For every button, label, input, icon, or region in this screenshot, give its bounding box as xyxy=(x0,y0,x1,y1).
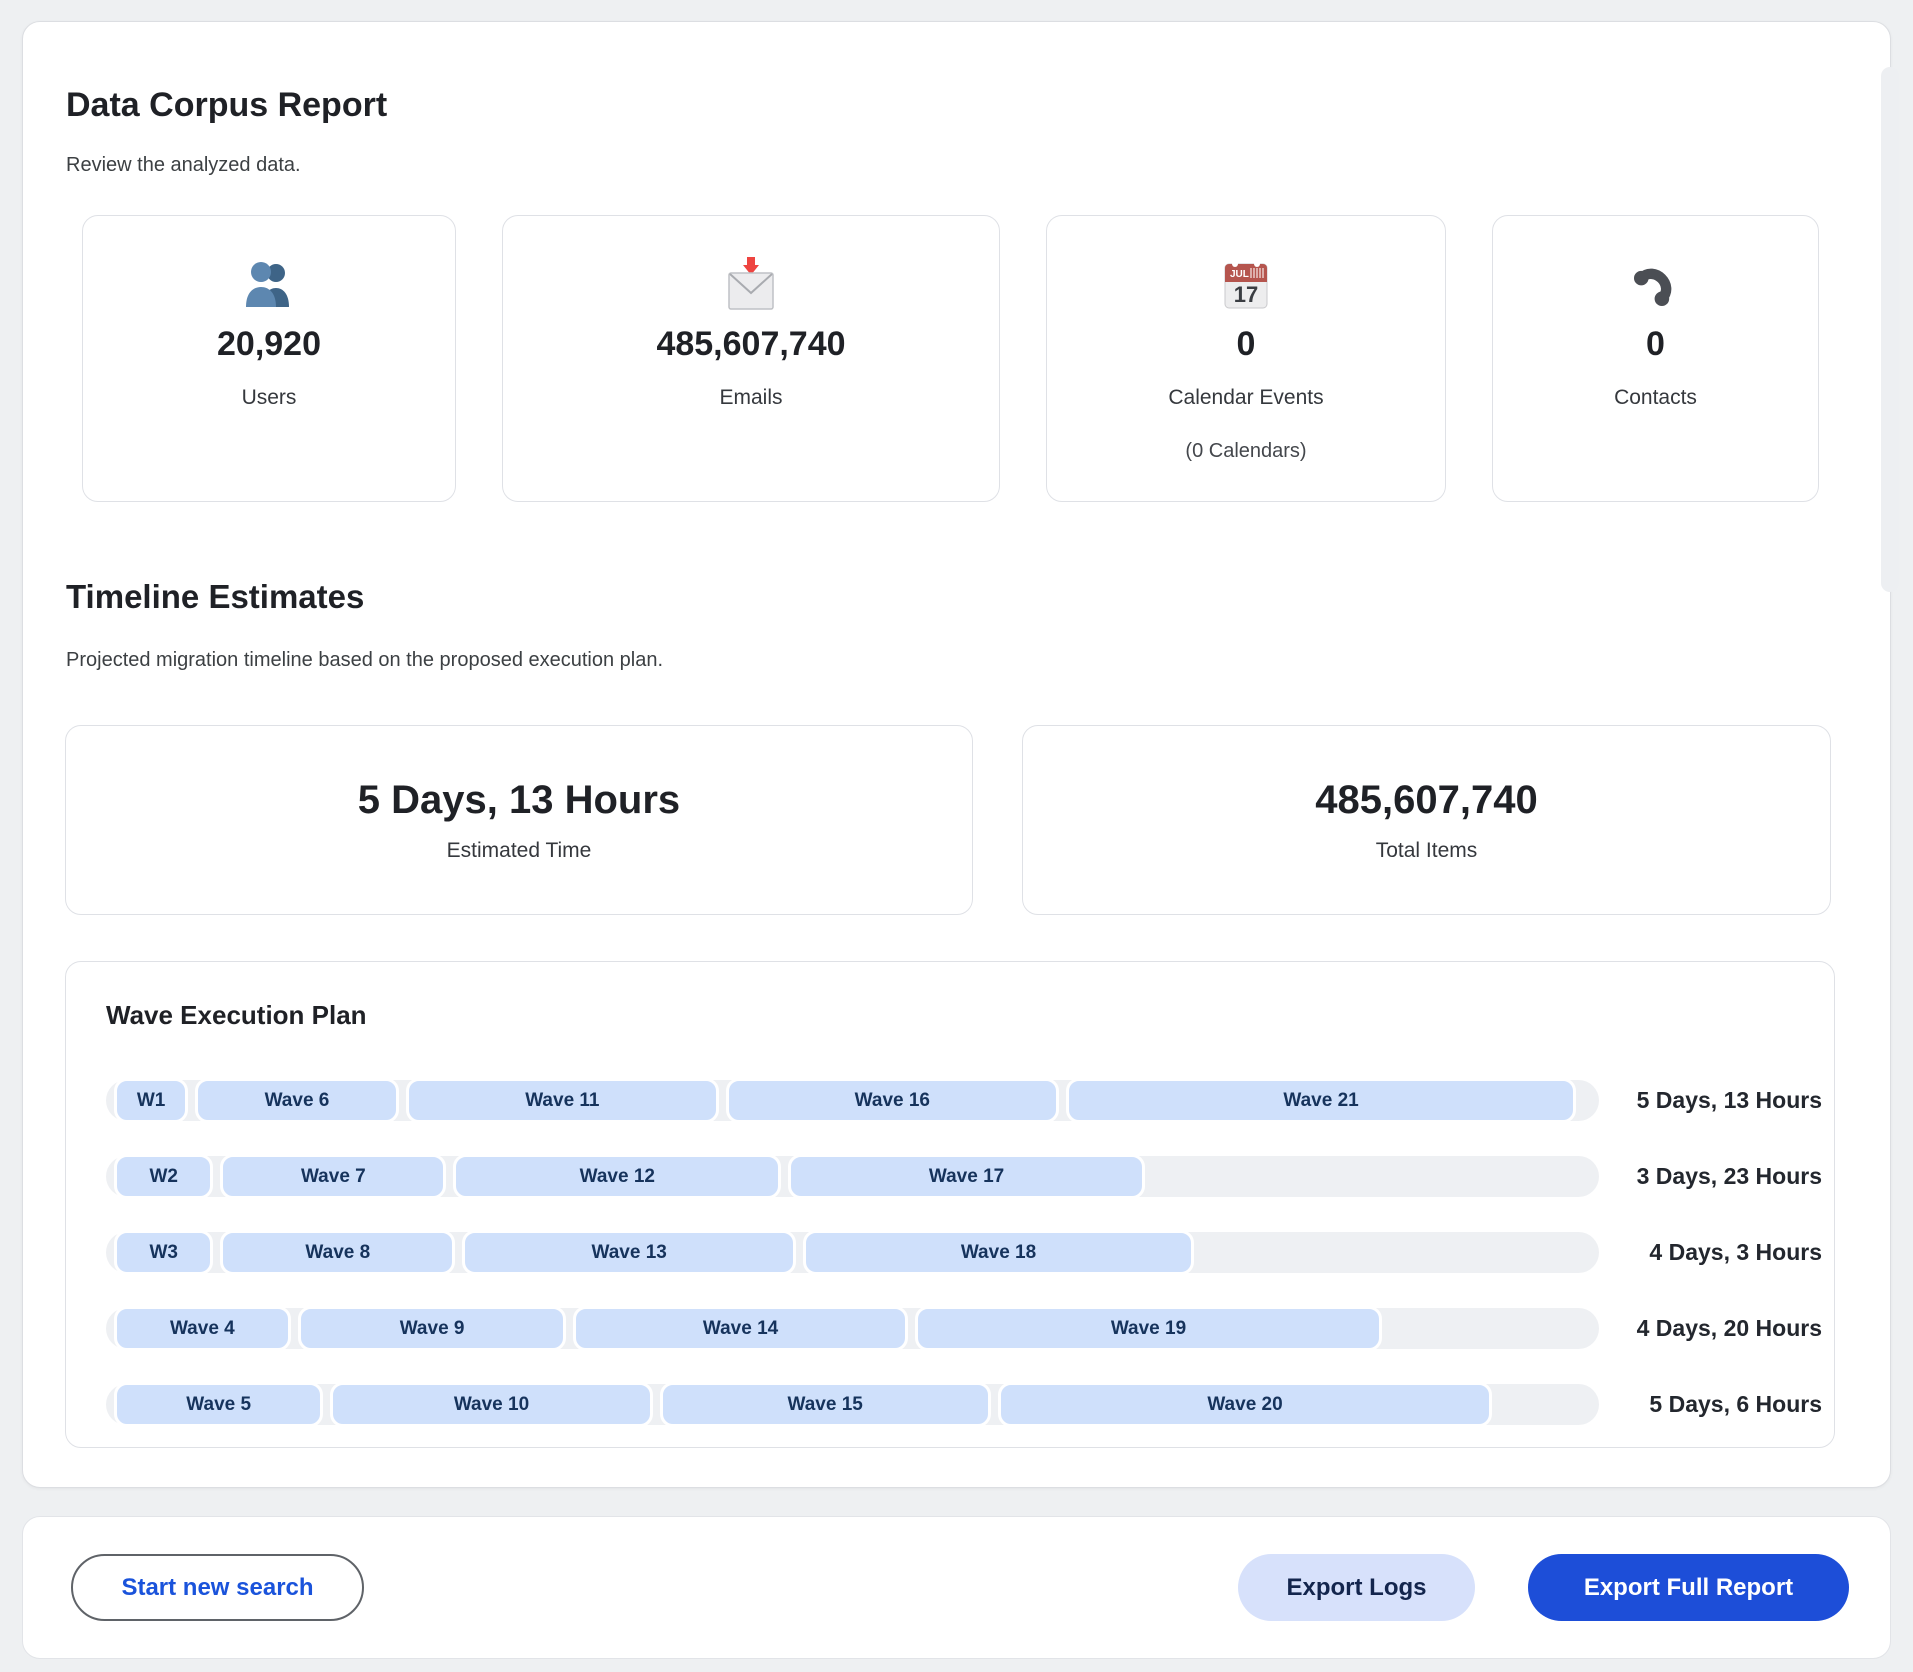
stat-label-contacts: Contacts xyxy=(1614,386,1697,410)
wave-duration-label: 5 Days, 13 Hours xyxy=(1637,1080,1822,1121)
wave-chip: Wave 20 xyxy=(998,1382,1493,1427)
svg-text:JUL: JUL xyxy=(1230,269,1249,280)
stat-value-users: 20,920 xyxy=(217,324,321,364)
estimated-time-value: 5 Days, 13 Hours xyxy=(358,778,680,823)
wave-track: Wave 4Wave 9Wave 14Wave 19 xyxy=(106,1308,1599,1349)
wave-chip: Wave 8 xyxy=(220,1230,455,1275)
wave-execution-plan-card: Wave Execution Plan W1Wave 6Wave 11Wave … xyxy=(65,961,1835,1448)
wave-chip: Wave 21 xyxy=(1066,1078,1577,1123)
wave-row: W1Wave 6Wave 11Wave 16Wave 21 5 Days, 13… xyxy=(106,1080,1834,1121)
wave-chip: Wave 15 xyxy=(660,1382,991,1427)
export-full-report-button[interactable]: Export Full Report xyxy=(1528,1554,1849,1621)
page-subtitle: Review the analyzed data. xyxy=(66,154,301,177)
wave-chip: Wave 10 xyxy=(330,1382,652,1427)
wave-chip: Wave 14 xyxy=(573,1306,907,1351)
timeline-section-subtitle: Projected migration timeline based on th… xyxy=(66,649,663,672)
wave-chip: Wave 5 xyxy=(114,1382,323,1427)
wave-row: W2Wave 7Wave 12Wave 17 3 Days, 23 Hours xyxy=(106,1156,1834,1197)
stat-card-contacts: 0 Contacts xyxy=(1492,215,1819,502)
calendar-icon: JUL 17 xyxy=(1223,256,1269,312)
stat-value-emails: 485,607,740 xyxy=(656,324,845,364)
phone-icon xyxy=(1631,256,1681,312)
wave-row: W3Wave 8Wave 13Wave 18 4 Days, 3 Hours xyxy=(106,1232,1834,1273)
wave-execution-plan-title: Wave Execution Plan xyxy=(106,1000,367,1031)
wave-chip: Wave 18 xyxy=(803,1230,1194,1275)
report-card: Data Corpus Report Review the analyzed d… xyxy=(22,21,1891,1488)
wave-chip: Wave 11 xyxy=(406,1078,719,1123)
vertical-scrollbar-thumb[interactable] xyxy=(1881,67,1899,592)
stats-row: 20,920 Users 485,607,740 Emails JUL 17 0 … xyxy=(82,215,1819,502)
wave-duration-label: 4 Days, 20 Hours xyxy=(1637,1308,1822,1349)
wave-chip: W3 xyxy=(114,1230,213,1275)
estimated-time-label: Estimated Time xyxy=(447,839,592,863)
stat-value-calendar-events: 0 xyxy=(1237,324,1256,364)
stat-card-emails: 485,607,740 Emails xyxy=(502,215,1000,502)
wave-track: Wave 5Wave 10Wave 15Wave 20 xyxy=(106,1384,1599,1425)
wave-track: W1Wave 6Wave 11Wave 16Wave 21 xyxy=(106,1080,1599,1121)
stat-card-users: 20,920 Users xyxy=(82,215,456,502)
stat-label-emails: Emails xyxy=(719,386,782,410)
wave-chip: Wave 7 xyxy=(220,1154,446,1199)
wave-chip: Wave 17 xyxy=(788,1154,1144,1199)
wave-duration-label: 4 Days, 3 Hours xyxy=(1649,1232,1822,1273)
export-logs-button[interactable]: Export Logs xyxy=(1238,1554,1475,1621)
wave-track: W3Wave 8Wave 13Wave 18 xyxy=(106,1232,1599,1273)
email-icon xyxy=(727,256,775,312)
wave-duration-label: 5 Days, 6 Hours xyxy=(1649,1384,1822,1425)
stat-label-calendar-events: Calendar Events xyxy=(1168,386,1323,410)
wave-duration-label: 3 Days, 23 Hours xyxy=(1637,1156,1822,1197)
wave-chip: Wave 6 xyxy=(195,1078,398,1123)
wave-chip: Wave 13 xyxy=(462,1230,796,1275)
wave-row: Wave 5Wave 10Wave 15Wave 20 5 Days, 6 Ho… xyxy=(106,1384,1834,1425)
wave-chip: W1 xyxy=(114,1078,188,1123)
stat-card-calendar-events: JUL 17 0 Calendar Events (0 Calendars) xyxy=(1046,215,1446,502)
wave-track: W2Wave 7Wave 12Wave 17 xyxy=(106,1156,1599,1197)
wave-chip: Wave 12 xyxy=(453,1154,781,1199)
svg-text:17: 17 xyxy=(1234,282,1258,307)
total-items-value: 485,607,740 xyxy=(1315,778,1537,823)
footer-action-bar: Start new search Export Logs Export Full… xyxy=(22,1516,1891,1659)
wave-row: Wave 4Wave 9Wave 14Wave 19 4 Days, 20 Ho… xyxy=(106,1308,1834,1349)
estimated-time-card: 5 Days, 13 Hours Estimated Time xyxy=(65,725,973,915)
wave-chip: Wave 16 xyxy=(726,1078,1059,1123)
data-corpus-report-page: { "report": { "title": "Data Corpus Repo… xyxy=(0,0,1913,1672)
stat-label-users: Users xyxy=(242,386,297,410)
timeline-section-title: Timeline Estimates xyxy=(66,578,364,616)
total-items-card: 485,607,740 Total Items xyxy=(1022,725,1831,915)
wave-rows: W1Wave 6Wave 11Wave 16Wave 21 5 Days, 13… xyxy=(106,1080,1834,1460)
total-items-label: Total Items xyxy=(1376,839,1478,863)
page-title: Data Corpus Report xyxy=(66,86,387,125)
stat-sub-calendar-events: (0 Calendars) xyxy=(1185,440,1306,463)
wave-chip: Wave 4 xyxy=(114,1306,291,1351)
start-new-search-button[interactable]: Start new search xyxy=(71,1554,364,1621)
wave-chip: W2 xyxy=(114,1154,213,1199)
stat-value-contacts: 0 xyxy=(1646,324,1665,364)
wave-chip: Wave 9 xyxy=(298,1306,567,1351)
timeline-summary-row: 5 Days, 13 Hours Estimated Time 485,607,… xyxy=(65,725,1831,915)
wave-chip: Wave 19 xyxy=(915,1306,1383,1351)
users-icon xyxy=(242,256,296,312)
